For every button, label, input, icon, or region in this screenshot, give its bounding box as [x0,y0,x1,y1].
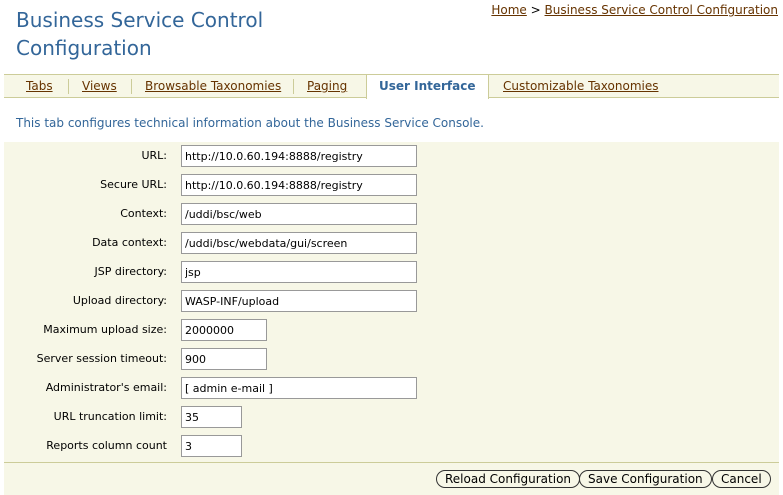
tab-separator [68,79,69,94]
form-row-upload-directory: Upload directory: [4,288,779,314]
server-session-timeout-label: Server session timeout: [36,352,167,365]
reports-column-count-input[interactable] [181,435,242,457]
data-context-label: Data context: [92,236,167,249]
tab-separator [131,79,132,94]
context-label: Context: [120,207,167,220]
tab-customizable-taxonomies[interactable]: Customizable Taxonomies [503,75,658,97]
page-title-line2: Configuration [16,36,152,60]
breadcrumb-current-link[interactable]: Business Service Control Configuration [545,3,778,17]
tab-views[interactable]: Views [82,75,117,97]
jsp-directory-label: JSP directory: [94,265,167,278]
tab-tabs[interactable]: Tabs [26,75,53,97]
maximum-upload-size-input[interactable] [181,319,267,341]
form-row-reports-column-count: Reports column count [4,433,779,459]
breadcrumb-home-link[interactable]: Home [491,3,526,17]
upload-directory-label: Upload directory: [72,294,167,307]
tab-separator [293,79,294,94]
data-context-input[interactable] [181,232,417,254]
tab-paging[interactable]: Paging [307,75,347,97]
form-row-jsp-directory: JSP directory: [4,259,779,285]
form-row-secure-url: Secure URL: [4,172,779,198]
administrator-email-label: Administrator's email: [45,381,167,394]
configuration-form: URL: Secure URL: Context: Data context: … [4,142,779,462]
administrator-email-input[interactable] [181,377,417,399]
save-configuration-button[interactable]: Save Configuration [579,470,712,488]
form-row-server-session-timeout: Server session timeout: [4,346,779,372]
action-bar: Reload Configuration Save Configuration … [4,462,779,495]
form-row-context: Context: [4,201,779,227]
tab-bar: Tabs Views Browsable Taxonomies Paging U… [4,74,779,99]
reload-configuration-button[interactable]: Reload Configuration [436,470,581,488]
upload-directory-input[interactable] [181,290,417,312]
context-input[interactable] [181,203,417,225]
page-title: Business Service Control Configuration [16,6,263,62]
form-row-url: URL: [4,143,779,169]
secure-url-input[interactable] [181,174,417,196]
url-input[interactable] [181,145,417,167]
secure-url-label: Secure URL: [100,178,167,191]
reports-column-count-label: Reports column count [46,439,167,452]
tab-browsable-taxonomies[interactable]: Browsable Taxonomies [145,75,281,97]
form-row-administrator-email: Administrator's email: [4,375,779,401]
url-truncation-limit-input[interactable] [181,406,242,428]
form-row-url-truncation-limit: URL truncation limit: [4,404,779,430]
instructions-text: This tab configures technical informatio… [16,116,484,130]
cancel-button[interactable]: Cancel [712,470,771,488]
breadcrumb: Home > Business Service Control Configur… [491,3,778,17]
tab-user-interface[interactable]: User Interface [366,74,489,99]
url-label: URL: [141,149,167,162]
server-session-timeout-input[interactable] [181,348,267,370]
form-row-data-context: Data context: [4,230,779,256]
page-title-line1: Business Service Control [16,8,264,32]
form-row-maximum-upload-size: Maximum upload size: [4,317,779,343]
breadcrumb-separator: > [530,3,541,17]
jsp-directory-input[interactable] [181,261,417,283]
maximum-upload-size-label: Maximum upload size: [43,323,167,336]
url-truncation-limit-label: URL truncation limit: [53,410,167,423]
